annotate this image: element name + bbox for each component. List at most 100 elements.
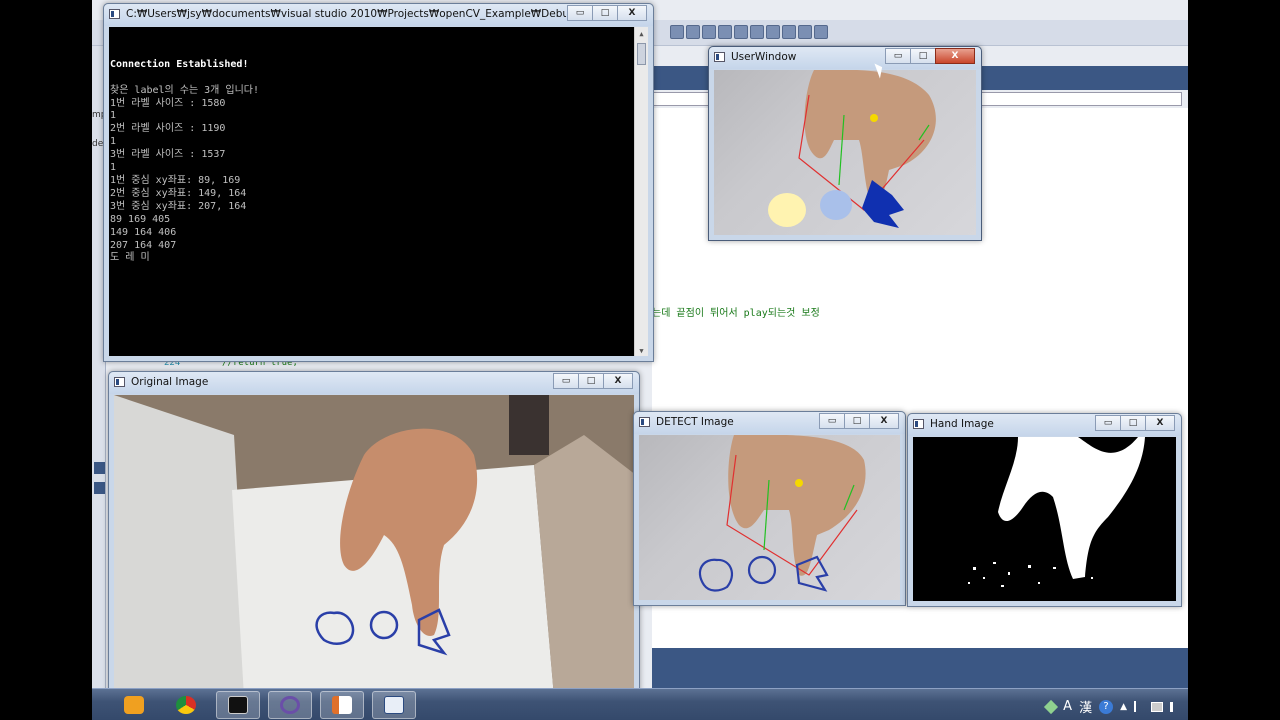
console-line: 1번 중심 xy좌표: 89, 169 bbox=[110, 174, 241, 186]
maximize-button[interactable]: □ bbox=[1120, 415, 1146, 431]
close-button[interactable]: X bbox=[617, 5, 647, 21]
vs-code-comment: 는데 끝점이 튀어서 play되는것 보정 bbox=[652, 308, 820, 319]
hand-image-window[interactable]: Hand Image ▭ □ X bbox=[907, 413, 1182, 607]
presentation-icon bbox=[332, 696, 352, 714]
maximize-button[interactable]: □ bbox=[578, 373, 604, 389]
minimize-button[interactable]: ▭ bbox=[553, 373, 579, 389]
vs-left-fragment: de bbox=[92, 139, 104, 149]
taskbar-media-player[interactable] bbox=[112, 691, 156, 719]
user-window-titlebar[interactable]: UserWindow ▭ □ X bbox=[709, 47, 981, 69]
console-line: 1 bbox=[110, 162, 117, 174]
note-do-shape bbox=[768, 193, 806, 227]
vs-left-button[interactable] bbox=[94, 482, 105, 494]
window-icon bbox=[714, 52, 725, 62]
detect-image-scene bbox=[698, 435, 866, 592]
window-icon bbox=[114, 377, 125, 387]
detect-image-titlebar[interactable]: DETECT Image ▭ □ X bbox=[634, 412, 905, 434]
centroid-marker bbox=[795, 479, 803, 487]
console-line: 2번 중심 xy좌표: 149, 164 bbox=[110, 187, 247, 199]
maximize-button[interactable]: □ bbox=[844, 413, 870, 429]
chrome-icon bbox=[176, 696, 196, 714]
original-image-scene bbox=[114, 395, 634, 695]
flag-icon[interactable] bbox=[1134, 701, 1144, 712]
console-line: 1 bbox=[110, 110, 117, 122]
taskbar: A 漢 ? ▲ bbox=[92, 688, 1188, 720]
minimize-button[interactable]: ▭ bbox=[819, 413, 845, 429]
console-line: 89 169 405 bbox=[110, 213, 171, 225]
paper-stack bbox=[114, 395, 249, 695]
console-line: 3번 라벨 사이즈 : 1537 bbox=[110, 149, 226, 161]
maximize-button[interactable]: □ bbox=[910, 48, 936, 64]
console-scrollbar[interactable]: ▲ ▼ bbox=[634, 27, 648, 356]
detect-image-canvas bbox=[639, 435, 900, 600]
detect-image-window[interactable]: DETECT Image ▭ □ X bbox=[633, 411, 906, 606]
language-bar-icon[interactable] bbox=[1044, 699, 1059, 714]
close-button[interactable]: X bbox=[603, 373, 633, 389]
tray-expand-icon[interactable]: ▲ bbox=[1120, 702, 1127, 712]
user-window-scene bbox=[768, 70, 936, 228]
centroid-marker bbox=[870, 114, 878, 122]
system-tray: A 漢 ? ▲ bbox=[1044, 697, 1180, 716]
help-icon[interactable]: ? bbox=[1099, 699, 1114, 714]
original-image-window[interactable]: Original Image ▭ □ X bbox=[108, 371, 640, 701]
hand-mask-shape bbox=[998, 437, 1145, 579]
console-output: Connection Established! 찾은 label의 수는 3개 … bbox=[109, 27, 648, 356]
drawn-shape-re bbox=[747, 555, 777, 585]
console-window[interactable]: C:₩Users₩jsy₩documents₩visual studio 201… bbox=[103, 3, 654, 362]
original-image-titlebar[interactable]: Original Image ▭ □ X bbox=[109, 372, 639, 394]
close-button[interactable]: X bbox=[1145, 415, 1175, 431]
taskbar-opencv-window[interactable] bbox=[372, 691, 416, 719]
visual-studio-icon bbox=[280, 696, 300, 714]
console-lines: Connection Established! 찾은 label의 수는 3개 … bbox=[110, 59, 648, 266]
drawn-shape-do bbox=[698, 558, 734, 592]
console-line: 207 164 407 bbox=[110, 239, 177, 251]
maximize-button[interactable]: □ bbox=[592, 5, 618, 21]
detect-image-title: DETECT Image bbox=[656, 416, 734, 428]
opencv-window-icon bbox=[384, 696, 404, 714]
note-re-shape bbox=[820, 190, 852, 220]
original-image-canvas bbox=[114, 395, 634, 695]
close-button[interactable]: X bbox=[869, 413, 899, 429]
window-icon bbox=[639, 417, 650, 427]
user-window[interactable]: UserWindow ▭ □ X bbox=[708, 46, 982, 241]
ime-han-icon[interactable]: 漢 bbox=[1079, 697, 1092, 716]
volume-icon[interactable] bbox=[1170, 701, 1180, 712]
minimize-button[interactable]: ▭ bbox=[1095, 415, 1121, 431]
console-titlebar[interactable]: C:₩Users₩jsy₩documents₩visual studio 201… bbox=[104, 4, 653, 26]
taskbar-chrome[interactable] bbox=[164, 691, 208, 719]
console-title: C:₩Users₩jsy₩documents₩visual studio 201… bbox=[126, 8, 566, 20]
hand-image-titlebar[interactable]: Hand Image ▭ □ X bbox=[908, 414, 1181, 436]
hand-mask-canvas bbox=[913, 437, 1176, 601]
taskbar-visual-studio[interactable] bbox=[268, 691, 312, 719]
console-line: 149 164 406 bbox=[110, 226, 177, 238]
camera-device bbox=[509, 395, 549, 455]
scroll-thumb[interactable] bbox=[637, 43, 646, 65]
network-icon[interactable] bbox=[1151, 701, 1163, 712]
console-line: 1번 라벨 사이즈 : 1580 bbox=[110, 97, 226, 109]
scroll-down-icon[interactable]: ▼ bbox=[637, 345, 646, 355]
vs-toolbar-icons[interactable] bbox=[670, 25, 828, 39]
console-line: Connection Established! bbox=[110, 58, 249, 70]
console-line: 도 레 미 bbox=[110, 252, 150, 264]
window-icon bbox=[913, 419, 924, 429]
console-line: 찾은 label의 수는 3개 입니다! bbox=[110, 84, 260, 96]
ime-a-icon[interactable]: A bbox=[1063, 699, 1072, 714]
original-image-title: Original Image bbox=[131, 376, 209, 388]
user-window-image bbox=[714, 70, 976, 235]
minimize-button[interactable]: ▭ bbox=[567, 5, 593, 21]
taskbar-console[interactable] bbox=[216, 691, 260, 719]
taskbar-presentation[interactable] bbox=[320, 691, 364, 719]
vs-left-button[interactable] bbox=[94, 462, 105, 474]
hand-shape bbox=[728, 435, 866, 576]
user-window-title: UserWindow bbox=[731, 51, 797, 63]
hand-image-title: Hand Image bbox=[930, 418, 994, 430]
vs-output-strip bbox=[652, 648, 1188, 688]
console-icon bbox=[109, 9, 120, 19]
scroll-up-icon[interactable]: ▲ bbox=[637, 28, 646, 38]
close-button[interactable]: X bbox=[935, 48, 975, 64]
hand-mask-scene bbox=[968, 437, 1145, 587]
minimize-button[interactable]: ▭ bbox=[885, 48, 911, 64]
console-icon bbox=[228, 696, 248, 714]
media-player-icon bbox=[124, 696, 144, 714]
